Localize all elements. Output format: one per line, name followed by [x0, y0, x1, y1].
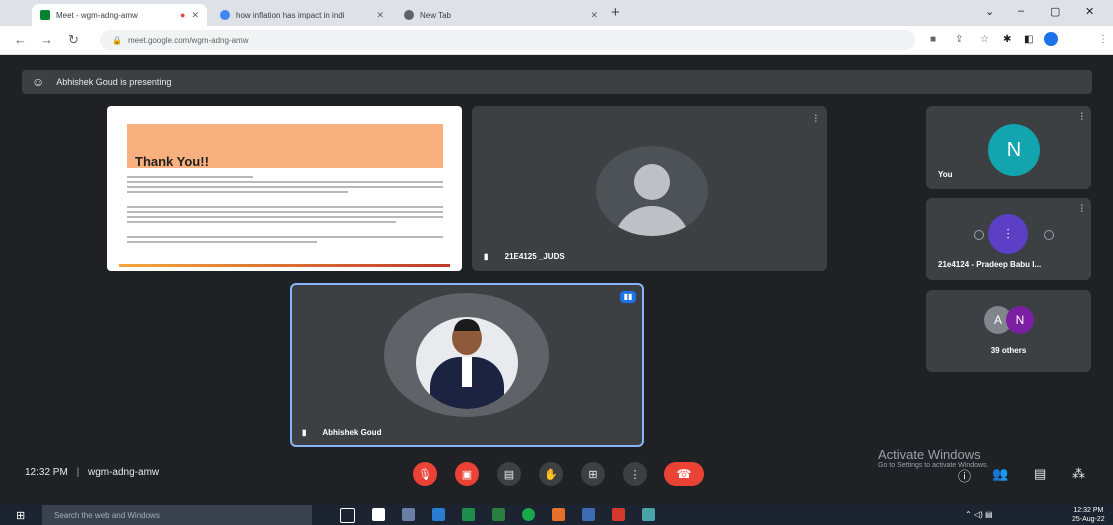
active-speaker-tile[interactable]: ▮▮ ▮ Abhishek Goud	[290, 283, 644, 447]
other-avatar-n: N	[1006, 306, 1034, 334]
others-tile[interactable]: A N 39 others	[926, 290, 1091, 372]
chat-icon[interactable]: ▤	[1034, 466, 1046, 482]
minimize-button[interactable]: –	[1018, 5, 1024, 17]
activate-windows-watermark: Activate Windows Go to Settings to activ…	[878, 447, 989, 469]
tab-title: Meet - wgm-adng-amw	[56, 10, 138, 20]
camera-toggle-button[interactable]: ▣	[455, 462, 479, 486]
photos-icon[interactable]	[432, 508, 445, 521]
separator: |	[76, 467, 80, 478]
participant-tile[interactable]: ⫶ ▮ 21E4125 _JUDS	[472, 106, 827, 271]
word-icon[interactable]	[582, 508, 595, 521]
taskbar-clock[interactable]: 12:32 PM 25-Aug-22	[1072, 506, 1105, 524]
back-button[interactable]: ←	[14, 32, 27, 47]
tab-inflation[interactable]: how inflation has impact in indi ✕	[212, 4, 392, 26]
meeting-code: wgm-adng-amw	[87, 467, 160, 478]
activities-icon[interactable]: ⁂	[1072, 466, 1085, 482]
slide-footer-bar	[119, 264, 450, 267]
present-button[interactable]: ⊞	[581, 462, 605, 486]
presenting-banner: ☺ Abhishek Goud is presenting	[22, 70, 1092, 94]
close-window-button[interactable]: ✕	[1085, 5, 1094, 18]
speaking-ring-icon	[974, 230, 984, 240]
excel-icon[interactable]	[462, 508, 475, 521]
pin-icon[interactable]: ⫶	[815, 114, 818, 125]
app-teal-icon[interactable]	[642, 508, 655, 521]
tab-meet[interactable]: Meet - wgm-adng-amw ● ✕	[32, 4, 207, 26]
avatar	[596, 146, 708, 236]
pradeep-avatar: ⫶	[988, 214, 1028, 254]
activate-title: Activate Windows	[878, 447, 981, 462]
more-options-button[interactable]: ⋮	[623, 462, 647, 486]
extensions-icon[interactable]: ✱	[1003, 34, 1011, 45]
close-tab-icon[interactable]: ✕	[376, 10, 384, 21]
meeting-info: 12:32 PM | wgm-adng-amw	[25, 467, 159, 478]
participant-tile-pradeep[interactable]: ⫶ ⫶ 21e4124 - Pradeep Babu I...	[926, 198, 1091, 280]
activate-subtitle: Go to Settings to activate Windows.	[878, 462, 989, 469]
mic-off-icon: ⫶	[1080, 204, 1084, 215]
url-text: meet.google.com/wgm-adng-amw	[127, 35, 249, 45]
mic-toggle-button[interactable]: 🎙	[413, 462, 437, 486]
bookmark-star-icon[interactable]: ☆	[980, 34, 989, 45]
recording-dot-icon: ●	[180, 10, 186, 20]
app-green-icon[interactable]	[492, 508, 505, 521]
slide-heading: Thank You!!	[135, 154, 209, 169]
speaking-ring-icon	[1044, 230, 1054, 240]
clock-time: 12:32 PM	[1073, 507, 1104, 514]
raise-hand-button[interactable]: ✋	[539, 462, 563, 486]
pradeep-label: 21e4124 - Pradeep Babu I...	[938, 260, 1042, 269]
reload-button[interactable]: ↻	[68, 32, 79, 48]
browser-toolbar: ← → ↻ 🔒 meet.google.com/wgm-adng-amw ■ ⇪…	[0, 26, 1113, 55]
speaking-indicator-icon: ▮▮	[620, 291, 636, 303]
system-tray[interactable]: ⌃ ◁) ▤	[965, 510, 993, 519]
start-button[interactable]: ⊞	[16, 509, 25, 522]
address-bar[interactable]: 🔒 meet.google.com/wgm-adng-amw	[100, 30, 915, 50]
acrobat-icon[interactable]	[612, 508, 625, 521]
menu-kebab-icon[interactable]: ⋮	[1098, 34, 1108, 45]
tab-search-icon[interactable]: ⌄	[985, 5, 994, 18]
clock-date: 25-Aug-22	[1072, 516, 1105, 523]
store-icon[interactable]	[372, 508, 385, 521]
close-tab-icon[interactable]: ✕	[191, 10, 199, 21]
mic-icon: ▮	[302, 428, 307, 437]
mic-icon: ▮	[484, 252, 489, 261]
tab-new-tab[interactable]: New Tab ✕	[396, 4, 606, 26]
captions-button[interactable]: ▤	[497, 462, 521, 486]
self-label: You	[938, 170, 953, 179]
participant-name: ▮ 21E4125 _JUDS	[484, 252, 565, 261]
app-orange-icon[interactable]	[552, 508, 565, 521]
chrome-favicon-icon	[404, 10, 414, 20]
mic-off-icon: ⫶	[1080, 112, 1084, 123]
end-call-button[interactable]: ☎	[664, 462, 704, 486]
others-label: 39 others	[990, 346, 1027, 355]
meet-favicon-icon	[40, 10, 50, 20]
forward-button[interactable]: →	[40, 32, 53, 47]
windows-taskbar: ⊞ Search the web and Windows ⌃ ◁) ▤ 12:3…	[0, 505, 1113, 525]
speaker-name: ▮ Abhishek Goud	[302, 428, 382, 437]
maximize-button[interactable]: ▢	[1050, 5, 1060, 18]
new-tab-button[interactable]: +	[611, 4, 620, 21]
presenting-text: Abhishek Goud is presenting	[56, 77, 172, 87]
browser-tab-bar: Meet - wgm-adng-amw ● ✕ how inflation ha…	[0, 0, 1113, 26]
people-icon[interactable]: 👥	[992, 466, 1008, 482]
slide-body-text	[127, 176, 443, 246]
tab-title: how inflation has impact in indi	[236, 10, 345, 20]
side-panel-icon[interactable]: ◧	[1024, 34, 1033, 45]
self-avatar: N	[988, 124, 1040, 176]
tab-title: New Tab	[420, 10, 451, 20]
avatar	[416, 317, 518, 409]
close-tab-icon[interactable]: ✕	[590, 10, 598, 21]
task-view-icon[interactable]	[340, 508, 355, 523]
self-tile[interactable]: ⫶ N You	[926, 106, 1091, 189]
share-icon[interactable]: ⇪	[955, 34, 963, 45]
meeting-details-icon[interactable]: ⓘ	[958, 466, 971, 485]
google-favicon-icon	[220, 10, 230, 20]
presenter-avatar-icon: ☺	[32, 75, 45, 89]
meeting-time: 12:32 PM	[25, 467, 68, 478]
presentation-tile[interactable]: Thank You!!	[107, 106, 462, 271]
chrome-icon[interactable]	[522, 508, 535, 521]
camera-icon[interactable]: ■	[930, 34, 936, 45]
lock-icon: 🔒	[112, 35, 122, 45]
app-icon[interactable]	[402, 508, 415, 521]
taskbar-search[interactable]: Search the web and Windows	[42, 505, 312, 525]
profile-avatar[interactable]	[1044, 32, 1058, 46]
